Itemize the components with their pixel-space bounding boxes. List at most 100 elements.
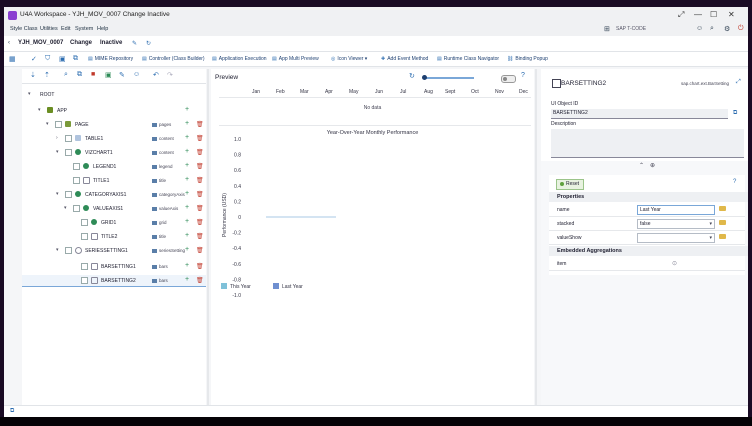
- aggregation-info-icon[interactable]: ⊙: [672, 260, 677, 267]
- description-field[interactable]: [551, 129, 744, 158]
- add-child-icon[interactable]: +: [185, 276, 189, 283]
- pin-header-icon[interactable]: ⊕: [650, 162, 655, 169]
- layout-icon[interactable]: ▦: [9, 55, 16, 63]
- binding-popup-button[interactable]: ⛓ Binding Popup: [507, 56, 548, 62]
- paste-icon[interactable]: ▣: [105, 71, 112, 79]
- add-child-icon[interactable]: +: [185, 218, 189, 225]
- expand-icon[interactable]: ▾: [64, 205, 67, 211]
- expand-icon[interactable]: ▾: [56, 149, 59, 155]
- tree-row-app[interactable]: ▾ APP +: [22, 105, 206, 116]
- tree-row-valueaxis1[interactable]: ▾ VALUEAXIS1 valueAxis + 🗑: [22, 203, 206, 214]
- tree-row-title2[interactable]: TITLE2 title + 🗑: [22, 231, 206, 242]
- copy-icon[interactable]: ⧉: [77, 71, 82, 79]
- add-child-icon[interactable]: +: [185, 120, 189, 127]
- menu-help[interactable]: Help: [97, 26, 108, 32]
- row-checkbox[interactable]: [65, 191, 72, 198]
- minimize-icon[interactable]: —: [694, 10, 702, 19]
- row-checkbox[interactable]: [73, 177, 80, 184]
- menu-edit[interactable]: Edit: [61, 26, 70, 32]
- expand-icon[interactable]: ▾: [46, 121, 49, 127]
- row-checkbox[interactable]: [73, 163, 80, 170]
- refresh-icon[interactable]: ↻: [146, 40, 151, 47]
- add-child-icon[interactable]: +: [185, 148, 189, 155]
- logout-icon[interactable]: ⏻: [738, 25, 744, 33]
- add-child-icon[interactable]: +: [185, 232, 189, 239]
- binding-icon[interactable]: [719, 234, 726, 239]
- binding-icon[interactable]: [719, 206, 726, 211]
- delete-node-icon[interactable]: 🗑: [196, 135, 204, 142]
- tree-row-barsetting2[interactable]: BARSETTING2 bars + 🗑: [22, 275, 206, 287]
- tree-row-vizchart1[interactable]: ▾ VIZCHART1 content + 🗑: [22, 147, 206, 158]
- expand-icon[interactable]: ▾: [56, 191, 59, 197]
- controller-button[interactable]: ▤ Controller (Class Builder): [142, 56, 205, 62]
- tcode-run-icon[interactable]: ⊞: [604, 25, 610, 33]
- add-child-icon[interactable]: +: [185, 190, 189, 197]
- delete-node-icon[interactable]: 🗑: [196, 233, 204, 240]
- status-icon[interactable]: ⧉: [10, 408, 14, 415]
- row-checkbox[interactable]: [81, 263, 88, 270]
- restore-icon[interactable]: ⤢: [678, 10, 684, 20]
- maximize-icon[interactable]: ☐: [710, 10, 717, 19]
- add-child-icon[interactable]: +: [185, 162, 189, 169]
- delete-node-icon[interactable]: 🗑: [196, 247, 204, 254]
- delete-node-icon[interactable]: 🗑: [196, 177, 204, 184]
- name-input[interactable]: Last Year: [637, 205, 715, 215]
- delete-node-icon[interactable]: 🗑: [196, 219, 204, 226]
- search-icon[interactable]: ⌕: [710, 25, 714, 33]
- copy-id-icon[interactable]: ⧉: [733, 110, 737, 117]
- tree-row-root[interactable]: ▾ ROOT: [22, 89, 206, 100]
- app-execution-button[interactable]: ▤ Application Execution: [212, 56, 267, 62]
- tcode-input[interactable]: SAP T-CODE: [616, 26, 646, 32]
- row-checkbox[interactable]: [81, 277, 88, 284]
- redo-icon[interactable]: ↷: [167, 71, 173, 79]
- tree-tool-icon[interactable]: ✎: [119, 71, 125, 79]
- expand-icon[interactable]: ▾: [38, 107, 41, 113]
- binding-icon[interactable]: [719, 220, 726, 225]
- expand-all-icon[interactable]: ⇣: [30, 71, 36, 79]
- add-child-icon[interactable]: +: [185, 246, 189, 253]
- settings-icon[interactable]: ⚙: [724, 25, 730, 33]
- find-icon[interactable]: ⌕: [64, 71, 68, 79]
- add-event-method-button[interactable]: ✚ Add Event Method: [381, 56, 428, 62]
- menu-utilities[interactable]: Utilities: [40, 26, 58, 32]
- add-child-icon[interactable]: +: [185, 204, 189, 211]
- tree-row-title1[interactable]: TITLE1 title + 🗑: [22, 175, 206, 186]
- delete-node-icon[interactable]: 🗑: [196, 205, 204, 212]
- tree-row-page[interactable]: ▾ PAGE pages + 🗑: [22, 119, 206, 130]
- close-window-icon[interactable]: ✕: [728, 10, 735, 19]
- delete-node-icon[interactable]: 🗑: [196, 121, 204, 128]
- menu-style-class[interactable]: Style Class: [10, 26, 38, 32]
- menu-system[interactable]: System: [75, 26, 93, 32]
- display-change-icon[interactable]: ✎: [132, 40, 137, 47]
- tree-row-categoryaxis1[interactable]: ▾ CATEGORYAXIS1 categoryAxis + 🗑: [22, 189, 206, 200]
- row-checkbox[interactable]: [55, 121, 62, 128]
- valueshow-select[interactable]: [637, 233, 715, 243]
- icon-viewer-button[interactable]: ◎ Icon Viewer ▾: [331, 56, 367, 62]
- add-child-icon[interactable]: +: [185, 262, 189, 269]
- right-splitter[interactable]: [535, 69, 537, 405]
- user-icon[interactable]: ☺: [696, 25, 703, 32]
- activate-icon[interactable]: ⛉: [45, 55, 50, 63]
- expand-panel-icon[interactable]: ⤢: [736, 79, 741, 86]
- expand-icon[interactable]: ›: [56, 135, 58, 141]
- delete-node-icon[interactable]: 🗑: [196, 263, 204, 270]
- left-splitter[interactable]: [207, 69, 209, 405]
- delete-icon[interactable]: ■: [91, 71, 95, 78]
- row-checkbox[interactable]: [73, 205, 80, 212]
- collapse-all-icon[interactable]: ⇡: [44, 71, 50, 79]
- row-checkbox[interactable]: [65, 149, 72, 156]
- user-settings-icon[interactable]: ☺: [133, 71, 140, 78]
- expand-icon[interactable]: ▾: [56, 247, 59, 253]
- add-child-icon[interactable]: +: [185, 134, 189, 141]
- delete-node-icon[interactable]: 🗑: [196, 277, 204, 284]
- delete-node-icon[interactable]: 🗑: [196, 163, 204, 170]
- row-checkbox[interactable]: [81, 233, 88, 240]
- tree-row-grid1[interactable]: GRID1 grid + 🗑: [22, 217, 206, 228]
- delete-node-icon[interactable]: 🗑: [196, 191, 204, 198]
- reset-button[interactable]: Reset: [556, 179, 585, 190]
- undo-icon[interactable]: ↶: [153, 71, 159, 79]
- add-child-icon[interactable]: +: [185, 176, 189, 183]
- row-checkbox[interactable]: [65, 135, 72, 142]
- row-checkbox[interactable]: [65, 247, 72, 254]
- stacked-select[interactable]: false: [637, 219, 715, 229]
